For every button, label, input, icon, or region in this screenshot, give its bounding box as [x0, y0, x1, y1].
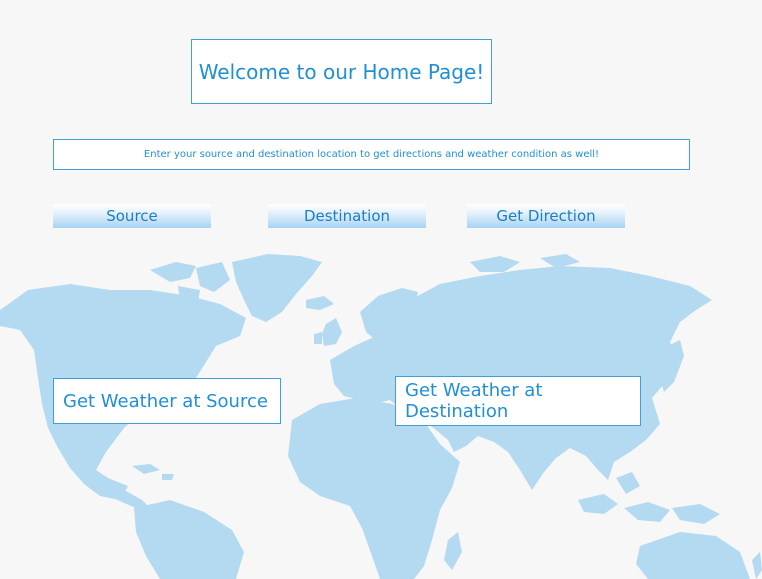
- get-direction-button[interactable]: Get Direction: [467, 204, 625, 228]
- page-title: Welcome to our Home Page!: [191, 39, 492, 104]
- source-button[interactable]: Source: [53, 204, 211, 228]
- destination-button[interactable]: Destination: [268, 204, 426, 228]
- weather-at-destination-button[interactable]: Get Weather at Destination: [395, 376, 641, 426]
- weather-at-source-button[interactable]: Get Weather at Source: [53, 378, 281, 424]
- instructions-text: Enter your source and destination locati…: [53, 139, 690, 170]
